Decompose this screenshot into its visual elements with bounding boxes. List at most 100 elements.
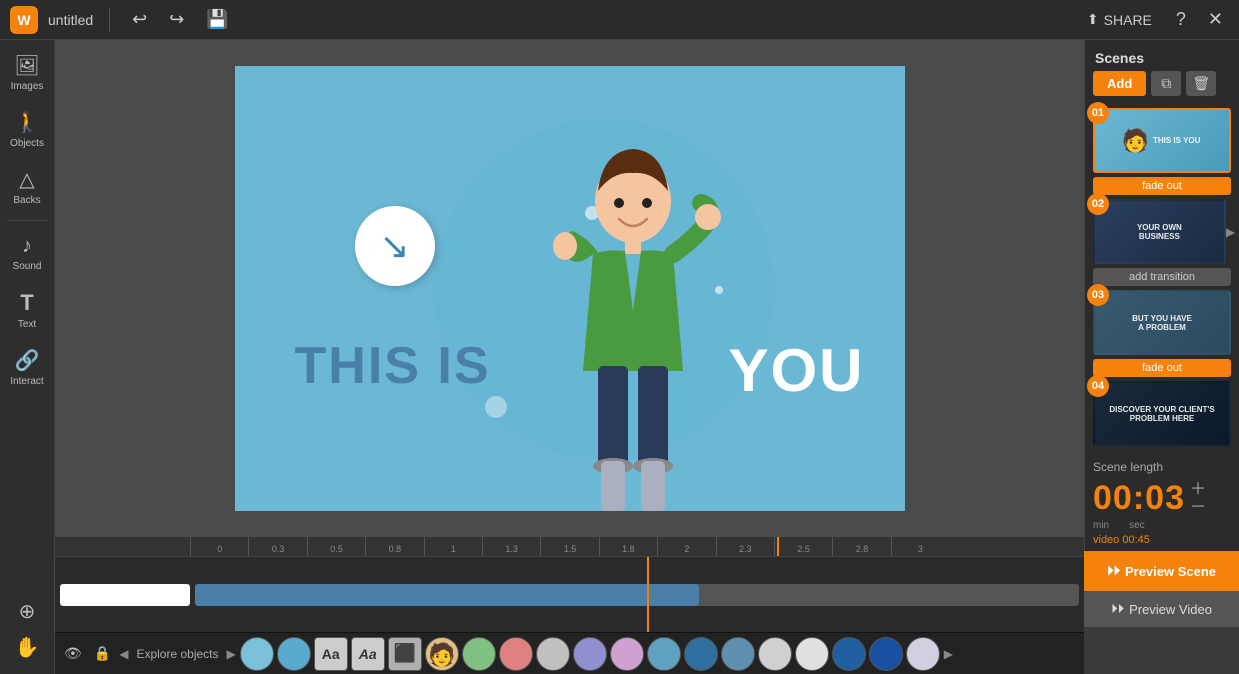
obj-item-16[interactable] bbox=[832, 637, 866, 671]
obj-item-shape[interactable]: ⬛ bbox=[388, 637, 422, 671]
scene-item-4[interactable]: 04 DISCOVER YOUR CLIENT'S PROBLEM HERE bbox=[1093, 381, 1231, 446]
right-column: Scenes Add ⧉ 🗑 01 🧑 THIS IS YOU fade out bbox=[1084, 40, 1239, 674]
timeline-tracks[interactable] bbox=[55, 557, 1084, 632]
scene-length-increase[interactable]: ＋ bbox=[1190, 482, 1206, 498]
total-label: video bbox=[1093, 534, 1119, 546]
sidebar-item-text[interactable]: T Text bbox=[2, 282, 52, 338]
ruler-mark: 0.8 bbox=[365, 537, 423, 556]
scene-item-2[interactable]: 02 YOUR OWNBUSINESS bbox=[1093, 199, 1226, 264]
close-button[interactable]: ✕ bbox=[1202, 5, 1229, 34]
objects-scroll-right[interactable]: ▶ bbox=[944, 647, 953, 661]
undo-button[interactable]: ↩ bbox=[126, 5, 153, 34]
sidebar-item-label: Backs bbox=[13, 195, 40, 206]
scenes-arrow-right[interactable]: ▶ bbox=[1226, 225, 1239, 239]
images-icon: 🖼 bbox=[14, 53, 39, 78]
obj-item-2[interactable] bbox=[277, 637, 311, 671]
ruler-mark: 3 bbox=[891, 537, 949, 556]
redo-button[interactable]: ↪ bbox=[163, 5, 190, 34]
zoom-in-button[interactable]: ⊕ bbox=[10, 594, 44, 628]
sidebar-item-label: Sound bbox=[13, 261, 42, 272]
preview-scene-button[interactable]: ⏵⏵ Preview Scene bbox=[1084, 551, 1239, 591]
obj-item-char[interactable]: 🧑 bbox=[425, 637, 459, 671]
share-button[interactable]: ⬆ SHARE bbox=[1079, 7, 1160, 32]
scene-item-1[interactable]: 01 🧑 THIS IS YOU bbox=[1093, 108, 1231, 173]
left-sidebar: 🖼 Images 🚶 Objects △ Backs ♪ Sound T Tex… bbox=[0, 40, 55, 674]
canvas[interactable]: ↘ THIS IS YOU bbox=[235, 66, 905, 511]
share-icon: ⬆ bbox=[1087, 11, 1099, 28]
scene-thumb-content-1: 🧑 THIS IS YOU bbox=[1095, 110, 1229, 171]
canvas-text-right: YOU bbox=[728, 336, 864, 405]
add-scene-button[interactable]: Add bbox=[1093, 71, 1146, 96]
objects-arrow-left[interactable]: ◀ bbox=[119, 647, 128, 661]
obj-item-13[interactable] bbox=[721, 637, 755, 671]
ruler-mark: 0 bbox=[190, 537, 248, 556]
sidebar-item-interact[interactable]: 🔗 Interact bbox=[2, 340, 52, 395]
sidebar-item-objects[interactable]: 🚶 Objects bbox=[2, 102, 52, 157]
scene-transition-2[interactable]: add transition bbox=[1093, 268, 1231, 286]
sidebar-item-backs[interactable]: △ Backs bbox=[2, 159, 52, 214]
scene-transition-1[interactable]: fade out bbox=[1093, 177, 1231, 195]
sidebar-item-images[interactable]: 🖼 Images bbox=[2, 45, 52, 100]
scene-transition-3[interactable]: fade out bbox=[1093, 359, 1231, 377]
scene-number-4: 04 bbox=[1087, 375, 1109, 397]
scene-length-value: 00:03 bbox=[1093, 479, 1185, 518]
scene-02-row: 02 YOUR OWNBUSINESS ▶ bbox=[1085, 195, 1239, 268]
obj-item-17[interactable] bbox=[869, 637, 903, 671]
help-button[interactable]: ? bbox=[1170, 5, 1192, 34]
scene-thumb-content-3: BUT YOU HAVEA PROBLEM bbox=[1095, 292, 1229, 353]
ruler-marks: 0 0.3 0.5 0.8 1 1.3 1.5 1.8 2 2.3 2.5 2.… bbox=[190, 537, 949, 556]
preview-video-button[interactable]: ⏵⏵ Preview Video bbox=[1084, 591, 1239, 627]
ruler-mark: 2.5 bbox=[774, 537, 832, 556]
obj-item-11[interactable] bbox=[647, 637, 681, 671]
obj-item-14[interactable] bbox=[758, 637, 792, 671]
objects-arrow-right[interactable]: ▶ bbox=[227, 647, 236, 661]
duplicate-scene-button[interactable]: ⧉ bbox=[1151, 71, 1181, 96]
sidebar-item-sound[interactable]: ♪ Sound bbox=[2, 227, 52, 280]
obj-item-text2[interactable]: Aa bbox=[351, 637, 385, 671]
text-icon: T bbox=[20, 290, 33, 316]
preview-scene-icon: ⏵⏵ bbox=[1107, 563, 1120, 579]
canvas-wrapper[interactable]: ↘ THIS IS YOU bbox=[55, 40, 1084, 537]
sidebar-item-label: Text bbox=[18, 319, 36, 330]
scene-length-section: Scene length 00:03 ＋ － min sec video bbox=[1085, 450, 1239, 551]
backs-icon: △ bbox=[19, 167, 34, 192]
obj-item-text1[interactable]: Aa bbox=[314, 637, 348, 671]
obj-item-6[interactable] bbox=[462, 637, 496, 671]
preview-video-icon: ⏵⏵ bbox=[1111, 601, 1124, 617]
obj-item-15[interactable] bbox=[795, 637, 829, 671]
eye-toggle-button[interactable]: 👁 bbox=[60, 641, 86, 666]
lock-button[interactable]: 🔒 bbox=[90, 641, 115, 666]
scene-length-decrease[interactable]: － bbox=[1190, 500, 1206, 516]
obj-item-10[interactable] bbox=[610, 637, 644, 671]
obj-item-1[interactable] bbox=[240, 637, 274, 671]
obj-item-18[interactable] bbox=[906, 637, 940, 671]
obj-item-12[interactable] bbox=[684, 637, 718, 671]
delete-scene-button[interactable]: 🗑 bbox=[1186, 71, 1216, 96]
timeline-track-fill bbox=[195, 584, 699, 606]
explore-objects-label: Explore objects bbox=[132, 647, 222, 661]
ruler-mark: 1.8 bbox=[599, 537, 657, 556]
obj-item-7[interactable] bbox=[499, 637, 533, 671]
obj-item-8[interactable] bbox=[536, 637, 570, 671]
canvas-arrow-button[interactable]: ↘ bbox=[355, 206, 435, 286]
timeline-area: 0 0.3 0.5 0.8 1 1.3 1.5 1.8 2 2.3 2.5 2.… bbox=[55, 537, 1084, 632]
grab-tool-button[interactable]: ✋ bbox=[10, 630, 44, 664]
scene-thumb-4: DISCOVER YOUR CLIENT'S PROBLEM HERE bbox=[1093, 381, 1231, 446]
timeline-track-bar[interactable] bbox=[195, 584, 1079, 606]
scene-item-3[interactable]: 03 BUT YOU HAVEA PROBLEM bbox=[1093, 290, 1231, 355]
ruler-mark: 2 bbox=[657, 537, 715, 556]
share-label: SHARE bbox=[1104, 12, 1152, 28]
right-panel: Scenes Add ⧉ 🗑 01 🧑 THIS IS YOU fade out bbox=[1084, 40, 1239, 551]
scene-thumb-content-4: DISCOVER YOUR CLIENT'S PROBLEM HERE bbox=[1095, 383, 1229, 444]
objects-container: Aa Aa ⬛ 🧑 bbox=[240, 637, 940, 671]
obj-item-9[interactable] bbox=[573, 637, 607, 671]
timeline-playhead[interactable] bbox=[777, 537, 779, 556]
timeline-thumb bbox=[60, 584, 190, 606]
dot-5 bbox=[485, 396, 507, 418]
sidebar-divider bbox=[7, 220, 47, 221]
topbar-divider bbox=[109, 8, 110, 32]
save-button[interactable]: 💾 bbox=[200, 5, 234, 34]
scene-thumb-3: BUT YOU HAVEA PROBLEM bbox=[1093, 290, 1231, 355]
min-label: min bbox=[1093, 520, 1109, 531]
scene-length-total: video 00:45 bbox=[1093, 534, 1231, 546]
